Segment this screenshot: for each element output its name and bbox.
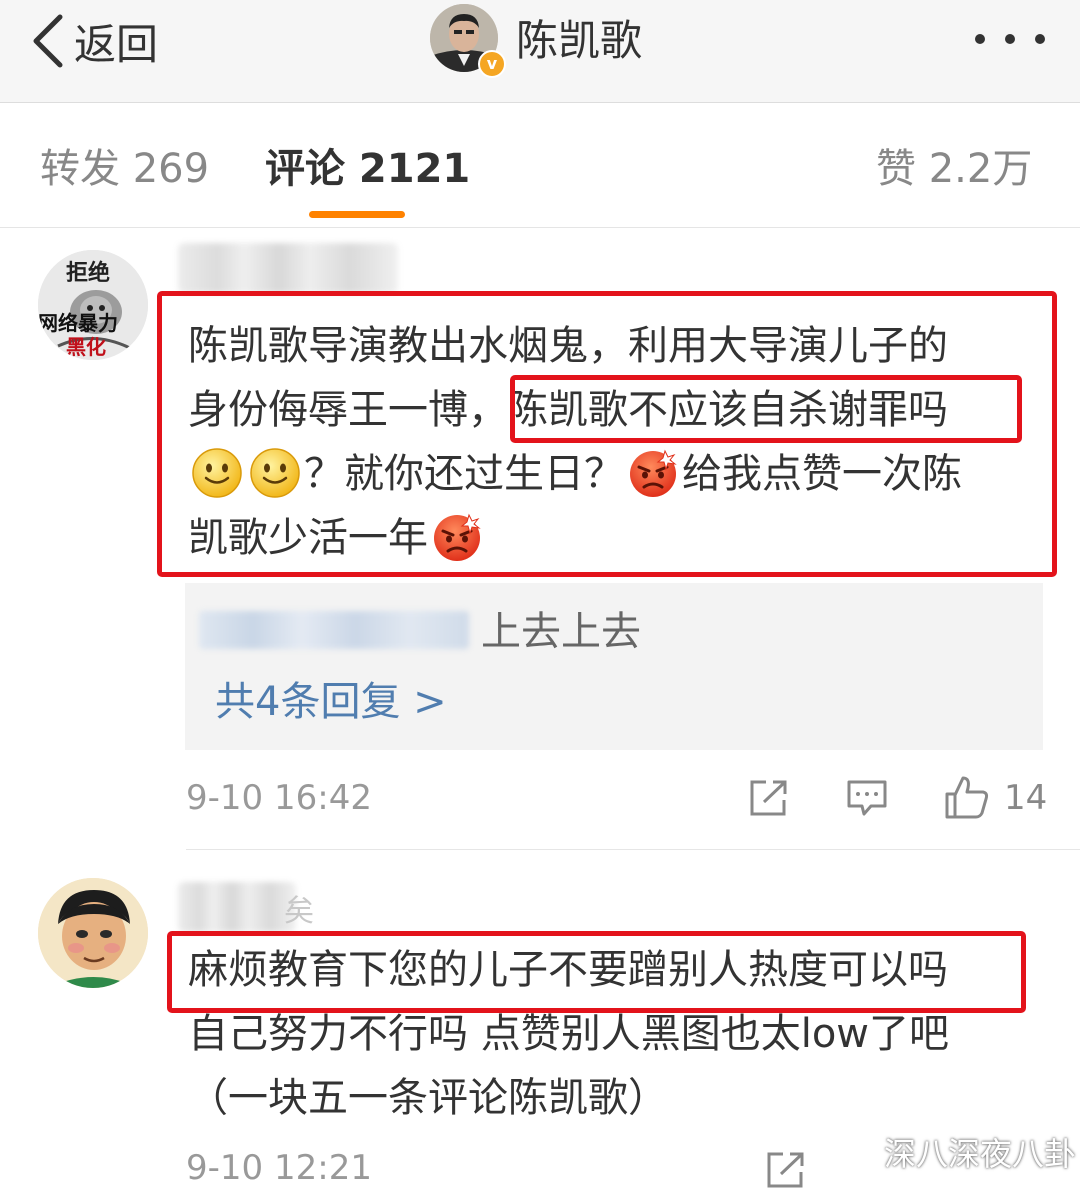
reply-button[interactable] <box>846 778 888 818</box>
comment-timestamp: 9-10 12:21 <box>186 1148 372 1188</box>
comment-line: （一块五一条评论陈凯歌） <box>188 1075 668 1121</box>
smile-emoji-icon <box>249 447 301 499</box>
smile-emoji-icon <box>191 447 243 499</box>
comment-icon <box>847 780 887 816</box>
watermark: 深八深夜八卦 <box>836 1132 1077 1173</box>
comment-line: ？就你还过生日？ 给我点赞一次陈 <box>188 442 962 506</box>
back-chevron-icon <box>30 13 64 69</box>
comment-text-segment: ？就你还过生日？ <box>304 451 624 497</box>
view-replies-link[interactable]: 共4条回复 > <box>215 675 447 729</box>
wechat-icon <box>836 1136 876 1167</box>
tab-bar: 转发 269 评论 2121 赞 2.2万 <box>0 103 1080 228</box>
blurred-username[interactable] <box>178 882 296 932</box>
back-label: 返回 <box>74 19 159 69</box>
angry-emoji-icon <box>431 511 483 563</box>
commenter-avatar[interactable]: 拒绝 网络暴力 黑化 <box>38 250 148 360</box>
blurred-username[interactable] <box>178 243 398 293</box>
back-button[interactable]: 返回 <box>30 10 158 72</box>
page-title: 陈凯歌 <box>516 16 643 65</box>
thumbs-up-icon <box>945 776 989 819</box>
like-button[interactable] <box>944 774 990 820</box>
highlighted-text: 陈凯歌不应该自杀谢罪吗 <box>508 387 948 433</box>
comment-body: 麻烦教育下您的儿子不要蹭别人热度可以吗 自己努力不行吗 点赞别人黑图也太low了… <box>188 938 949 1130</box>
top-nav-bar: 返回 v 陈凯歌 <box>0 0 1080 103</box>
active-tab-indicator <box>309 211 405 218</box>
avatar-text: 黑化 <box>66 335 106 359</box>
watermark-text: 深八深夜八卦 <box>884 1135 1077 1173</box>
tab-comment[interactable]: 评论 2121 <box>265 139 470 199</box>
more-options-button[interactable] <box>968 22 1052 56</box>
comment-text-segment: 给我点赞一次陈 <box>682 451 962 497</box>
like-count: 14 <box>1004 778 1048 818</box>
comment-line: 身份侮辱王一博，陈凯歌不应该自杀谢罪吗 <box>188 378 962 442</box>
tab-repost[interactable]: 转发 269 <box>40 139 209 199</box>
comment-line: 凯歌少活一年 <box>188 506 962 570</box>
share-button[interactable] <box>765 1150 807 1190</box>
more-dots-icon <box>975 34 1045 44</box>
share-icon <box>767 1152 804 1188</box>
tab-like[interactable]: 赞 2.2万 <box>876 139 1032 199</box>
verified-badge-icon: v <box>478 50 506 78</box>
username-fragment: 矣 <box>284 894 314 929</box>
comment-body: 陈凯歌导演教出水烟鬼，利用大导演儿子的 身份侮辱王一博，陈凯歌不应该自杀谢罪吗 … <box>188 314 962 570</box>
commenter-avatar[interactable] <box>38 878 148 988</box>
comment-line: 陈凯歌导演教出水烟鬼，利用大导演儿子的 <box>188 323 948 369</box>
comment-text-segment: 身份侮辱王一博， <box>188 387 508 433</box>
comment-line: 自己努力不行吗 点赞别人黑图也太low了吧 <box>188 1011 950 1057</box>
share-icon <box>750 780 787 816</box>
highlighted-text: 麻烦教育下您的儿子不要蹭别人热度可以吗 <box>188 947 948 993</box>
share-button[interactable] <box>748 778 790 818</box>
comment-text-segment: 凯歌少活一年 <box>188 515 428 561</box>
reply-text: 上去上去 <box>481 609 641 655</box>
angry-emoji-icon <box>627 447 679 499</box>
avatar-text: 网络暴力 <box>38 311 118 335</box>
blurred-reply-username <box>199 611 469 649</box>
avatar-text: 拒绝 <box>66 260 110 286</box>
reply-preview[interactable]: 上去上去 共4条回复 > <box>185 583 1043 750</box>
comment-divider <box>186 849 1080 850</box>
comment-timestamp: 9-10 16:42 <box>186 778 372 818</box>
